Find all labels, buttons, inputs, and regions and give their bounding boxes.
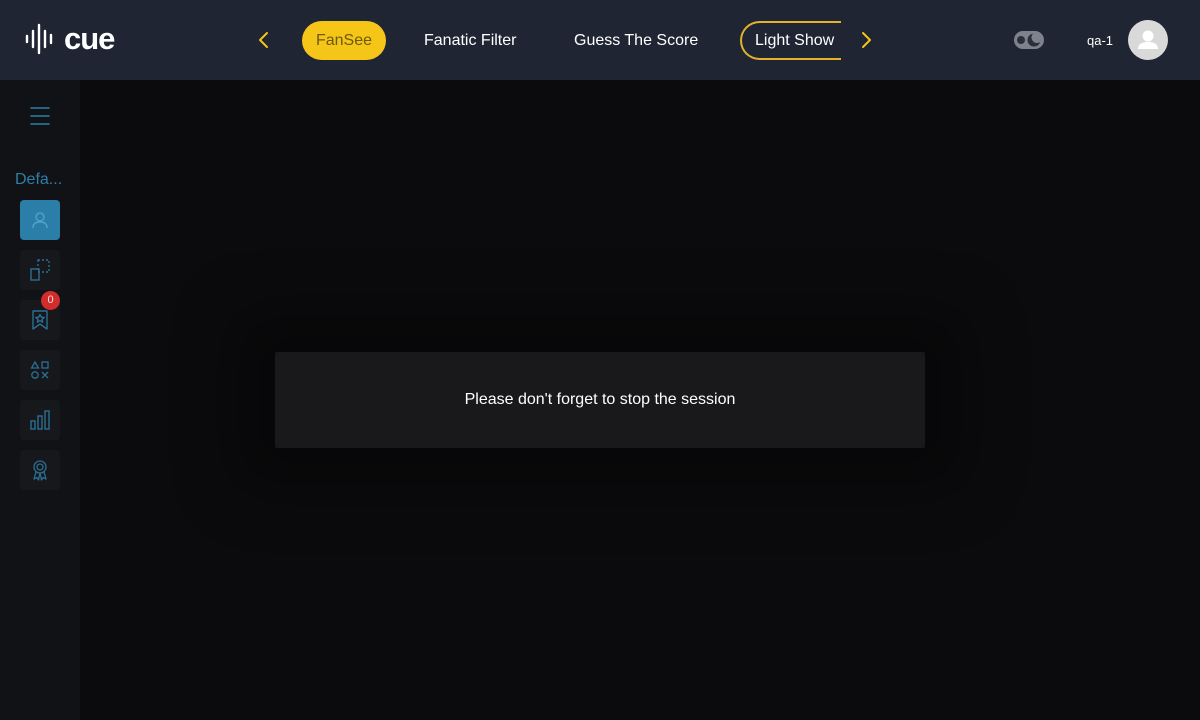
award-icon [33, 460, 47, 481]
sidebar-item-user[interactable] [20, 200, 60, 240]
moon-icon [1017, 32, 1043, 47]
soundwave-logo-icon [25, 23, 53, 55]
shapes-icon [30, 360, 49, 379]
sidebar-item-bookmarks[interactable]: 0 [20, 291, 60, 340]
sidebar-title: Defa... [15, 171, 63, 188]
tab-fanatic-filter[interactable]: Fanatic Filter [424, 21, 516, 60]
user-icon [32, 212, 48, 229]
theme-toggle[interactable] [1014, 31, 1044, 49]
menu-toggle-button[interactable] [28, 104, 52, 128]
avatar[interactable] [1128, 20, 1168, 60]
chevron-right-icon [862, 32, 871, 48]
tabs-next-button[interactable] [854, 28, 878, 52]
user-icon [1138, 30, 1158, 49]
tab-light-show[interactable]: Light Show [740, 21, 841, 60]
top-bar: cue FanSee Fanatic Filter Guess The Scor… [0, 0, 1200, 80]
chevron-left-icon [259, 32, 268, 48]
tabs-prev-button[interactable] [252, 28, 276, 52]
tab-guess-the-score[interactable]: Guess The Score [574, 21, 698, 60]
sidebar-item-games[interactable] [20, 350, 60, 390]
session-reminder-dialog: Please don't forget to stop the session [275, 352, 925, 448]
logo[interactable]: cue [24, 21, 115, 56]
logo-text: cue [64, 21, 115, 56]
bar-chart-icon [30, 410, 50, 430]
sidebar-item-screen-switch[interactable] [20, 250, 60, 290]
screen-switch-icon [30, 259, 50, 281]
dialog-message: Please don't forget to stop the session [464, 391, 736, 408]
bookmark-star-icon [32, 310, 48, 330]
notification-badge: 0 [41, 291, 60, 310]
hamburger-icon [30, 107, 50, 125]
tab-fansee[interactable]: FanSee [302, 21, 386, 60]
sidebar-item-rewards[interactable] [20, 450, 60, 490]
username: qa-1 [1087, 33, 1114, 48]
sidebar-item-analytics[interactable] [20, 400, 60, 440]
